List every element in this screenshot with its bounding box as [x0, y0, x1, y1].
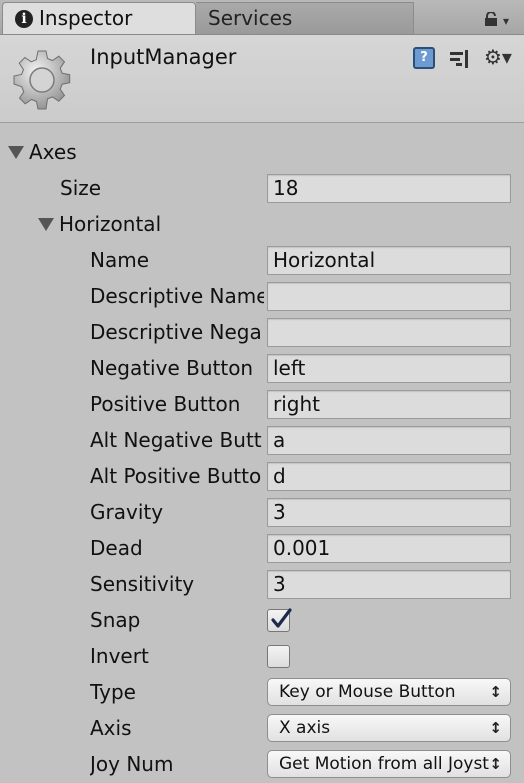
gear-icon	[13, 50, 71, 110]
foldout-arrow-icon[interactable]	[8, 146, 24, 159]
info-icon: i	[15, 10, 33, 28]
descriptive-negative-name-label: Descriptive Nega	[90, 320, 262, 344]
descriptive-name-row: Descriptive Name	[0, 278, 524, 314]
alt-positive-button-label: Alt Positive Butto	[90, 464, 262, 488]
axis-row: Axis X axis ↕	[0, 710, 524, 746]
tab-services[interactable]: Services	[196, 2, 414, 34]
tab-inspector[interactable]: i Inspector	[2, 2, 196, 34]
type-dropdown[interactable]: Key or Mouse Button ↕	[267, 678, 511, 706]
type-label: Type	[90, 680, 136, 704]
axes-foldout[interactable]: Axes	[0, 134, 524, 170]
foldout-arrow-icon[interactable]	[38, 218, 54, 231]
dead-label: Dead	[90, 536, 143, 560]
snap-row: Snap	[0, 602, 524, 638]
alt-negative-button-row: Alt Negative Butt a	[0, 422, 524, 458]
settings-icon[interactable]: ⚙▾	[484, 45, 512, 69]
descriptive-name-field[interactable]	[267, 282, 511, 311]
alt-positive-button-field[interactable]: d	[267, 462, 511, 491]
tab-inspector-label: Inspector	[39, 6, 133, 30]
preset-icon[interactable]	[448, 47, 472, 71]
negative-button-row: Negative Button left	[0, 350, 524, 386]
size-field[interactable]: 18	[267, 174, 511, 203]
axis-label: Axis	[90, 716, 132, 740]
descriptive-negative-name-row: Descriptive Nega	[0, 314, 524, 350]
type-row: Type Key or Mouse Button ↕	[0, 674, 524, 710]
positive-button-label: Positive Button	[90, 392, 241, 416]
joy-num-dropdown[interactable]: Get Motion from all Joysticks ↕	[267, 750, 511, 778]
name-row: Name Horizontal	[0, 242, 524, 278]
size-row: Size 18	[0, 170, 524, 206]
updown-arrow-icon: ↕	[489, 683, 502, 701]
horizontal-label: Horizontal	[59, 212, 162, 236]
joy-num-label: Joy Num	[90, 752, 174, 776]
descriptive-negative-name-field[interactable]	[267, 318, 511, 347]
type-dropdown-value: Key or Mouse Button	[279, 682, 456, 702]
negative-button-field[interactable]: left	[267, 354, 511, 383]
sensitivity-row: Sensitivity 3	[0, 566, 524, 602]
horizontal-foldout[interactable]: Horizontal	[0, 206, 524, 242]
lock-icon[interactable]	[484, 12, 498, 26]
joy-num-dropdown-value: Get Motion from all Joysticks	[279, 754, 489, 774]
name-field[interactable]: Horizontal	[267, 246, 511, 275]
help-icon[interactable]: ?	[413, 47, 435, 69]
negative-button-label: Negative Button	[90, 356, 254, 380]
dead-field[interactable]: 0.001	[267, 534, 511, 563]
positive-button-row: Positive Button right	[0, 386, 524, 422]
axis-dropdown-value: X axis	[279, 718, 331, 738]
invert-checkbox[interactable]	[267, 645, 290, 668]
snap-label: Snap	[90, 608, 141, 632]
invert-label: Invert	[90, 644, 149, 668]
positive-button-field[interactable]: right	[267, 390, 511, 419]
updown-arrow-icon: ↕	[489, 719, 502, 737]
checkmark-icon	[271, 608, 292, 628]
tab-bar: i Inspector Services ▾	[0, 0, 524, 35]
gravity-field[interactable]: 3	[267, 498, 511, 527]
component-title: InputManager	[90, 45, 237, 69]
axes-label: Axes	[29, 140, 77, 164]
gravity-label: Gravity	[90, 500, 164, 524]
dead-row: Dead 0.001	[0, 530, 524, 566]
component-header: InputManager ? ⚙▾	[0, 35, 524, 123]
invert-row: Invert	[0, 638, 524, 674]
alt-negative-button-label: Alt Negative Butt	[90, 428, 262, 452]
descriptive-name-label: Descriptive Name	[90, 284, 264, 308]
gravity-row: Gravity 3	[0, 494, 524, 530]
alt-positive-button-row: Alt Positive Butto d	[0, 458, 524, 494]
name-label: Name	[90, 248, 150, 272]
sensitivity-label: Sensitivity	[90, 572, 195, 596]
updown-arrow-icon: ↕	[489, 755, 502, 773]
axis-dropdown[interactable]: X axis ↕	[267, 714, 511, 742]
sensitivity-field[interactable]: 3	[267, 570, 511, 599]
joy-num-row: Joy Num Get Motion from all Joysticks ↕	[0, 746, 524, 782]
tab-services-label: Services	[208, 6, 293, 30]
snap-checkbox[interactable]	[267, 608, 292, 632]
size-label: Size	[60, 176, 102, 200]
tab-menu-icon[interactable]: ▾	[503, 14, 509, 28]
alt-negative-button-field[interactable]: a	[267, 426, 511, 455]
